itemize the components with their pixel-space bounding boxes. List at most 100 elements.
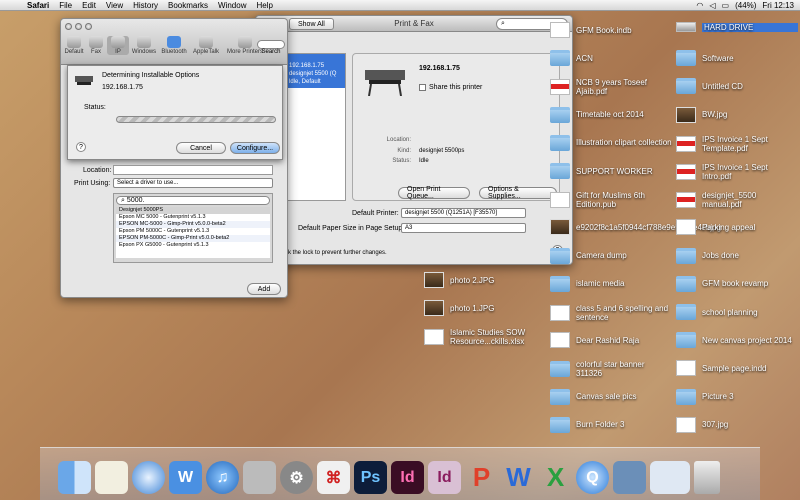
menu-history[interactable]: History <box>128 1 163 10</box>
quicktime-icon[interactable]: Q <box>576 461 609 494</box>
desktop-icon[interactable]: IPS Invoice 1 Sept Template.pdf <box>676 135 798 153</box>
driver-list-item[interactable]: Epson PX G5000 - Gutenprint v5.1.3 <box>116 242 270 249</box>
acrobat-icon[interactable]: ⌘ <box>317 461 350 494</box>
desktop-icon[interactable]: designjet_5500 manual.pdf <box>676 191 798 209</box>
clock[interactable]: Fri 12:13 <box>762 1 794 10</box>
utility-icon[interactable] <box>243 461 276 494</box>
apple-icon[interactable] <box>6 0 16 10</box>
itunes-icon[interactable]: ♫ <box>206 461 239 494</box>
cancel-button[interactable]: Cancel <box>176 142 226 154</box>
desktop-icon[interactable]: Picture 3 <box>676 388 798 405</box>
toolbar-ip[interactable]: IP <box>107 36 129 55</box>
driver-list-item[interactable]: Designjet 5000PS <box>116 207 270 214</box>
driver-list-item[interactable]: EPSON MC-5000 - Gimp-Print v5.0.0-beta2 <box>116 221 270 228</box>
driver-search-field[interactable]: ⌕ 5000. <box>116 196 270 205</box>
textedit-icon[interactable] <box>95 461 128 494</box>
word-icon[interactable]: W <box>502 461 535 494</box>
desktop-icon[interactable]: BW.jpg <box>676 106 798 123</box>
menu-file[interactable]: File <box>54 1 77 10</box>
desktop-icon[interactable]: 307.jpg <box>676 416 798 433</box>
toolbar-default[interactable]: Default <box>63 36 85 55</box>
desktop-icon[interactable]: Untitled CD <box>676 78 798 95</box>
menu-view[interactable]: View <box>101 1 128 10</box>
desktop-icon[interactable]: Jobs done <box>676 247 798 264</box>
wacom-icon[interactable]: W <box>169 461 202 494</box>
add-button[interactable]: Add <box>247 283 281 295</box>
toolbar-appletalk[interactable]: AppleTalk <box>189 36 223 55</box>
indesign-icon[interactable]: Id <box>391 461 424 494</box>
open-print-queue-button[interactable]: Open Print Queue... <box>398 186 470 200</box>
desktop-icon[interactable]: Islamic Studies SOW Resource...ckills.xl… <box>424 328 550 346</box>
menu-window[interactable]: Window <box>213 1 251 10</box>
finder-window-icon[interactable] <box>650 461 690 494</box>
close-icon[interactable] <box>65 23 72 30</box>
desktop-icon[interactable]: Sample page.indd <box>676 360 798 377</box>
zoom-icon[interactable] <box>85 23 92 30</box>
desktop-icon[interactable]: HARD DRIVE <box>676 22 798 32</box>
show-all-button[interactable]: Show All <box>289 18 334 30</box>
driver-list-item[interactable]: EPSON PM-5000C - Gimp-Print v5.0.0-beta2 <box>116 235 270 242</box>
paper-size-select[interactable]: A3 <box>401 223 526 233</box>
location-field[interactable] <box>113 165 273 175</box>
safari-icon[interactable] <box>132 461 165 494</box>
desktop-icon[interactable]: Canvas sale pics <box>550 388 672 405</box>
printer-list-item[interactable]: 192.168.1.75 designjet 5500 (Q ldle, Def… <box>285 54 345 88</box>
wifi-icon[interactable]: ◠ <box>696 1 703 10</box>
share-printer-checkbox[interactable]: Share this printer <box>419 84 482 91</box>
desktop-icon[interactable]: photo 1.JPG <box>424 300 550 316</box>
minimize-icon[interactable] <box>75 23 82 30</box>
toolbar-search[interactable]: Search <box>257 40 285 55</box>
driver-list[interactable]: Designjet 5000PS Epson MC 5000 - Gutenpr… <box>116 207 270 258</box>
desktop-icon[interactable]: photo 2.JPG <box>424 272 550 288</box>
desktop-icon[interactable]: class 5 and 6 spelling and sentence <box>550 304 672 322</box>
pdf-icon <box>676 164 696 180</box>
desktop-icon[interactable]: e9202f8c1a5f0944cf788e9e5160e4cbjpg <box>550 219 721 236</box>
desktop-icon[interactable]: New canvas project 2014 <box>676 332 798 349</box>
options-supplies-button[interactable]: Options & Supplies... <box>479 186 557 200</box>
desktop-icon[interactable]: ACN <box>550 50 672 67</box>
desktop-icon[interactable]: Software <box>676 50 798 67</box>
excel-icon[interactable]: X <box>539 461 572 494</box>
menu-help[interactable]: Help <box>251 1 277 10</box>
desktop-icon[interactable]: Camera dump <box>550 247 672 264</box>
finder-icon[interactable] <box>58 461 91 494</box>
configure-button[interactable]: Configure... <box>230 142 280 154</box>
desktop-icon[interactable]: Parking appeal <box>676 219 798 236</box>
volume-icon[interactable]: ◁ <box>709 1 715 10</box>
toolbar-fax[interactable]: Fax <box>85 36 107 55</box>
menu-edit[interactable]: Edit <box>77 1 101 10</box>
photoshop-icon[interactable]: Ps <box>354 461 387 494</box>
indesign-2-icon[interactable]: Id <box>428 461 461 494</box>
preview-icon[interactable] <box>613 461 646 494</box>
desktop-icon[interactable]: Dear Rashid Raja <box>550 332 672 349</box>
print-using-select[interactable]: Select a driver to use... <box>113 178 273 188</box>
battery-icon[interactable]: ▭ <box>722 1 730 10</box>
driver-list-item[interactable]: Epson MC 5000 - Gutenprint v5.1.3 <box>116 214 270 221</box>
system-preferences-icon[interactable]: ⚙ <box>280 461 313 494</box>
printer-list[interactable]: 192.168.1.75 designjet 5500 (Q ldle, Def… <box>284 53 346 201</box>
driver-list-item[interactable]: Epson PM 5000C - Gutenprint v5.1.3 <box>116 228 270 235</box>
desktop-icon[interactable]: IPS Invoice 1 Sept Intro.pdf <box>676 163 798 181</box>
desktop-icon[interactable]: islamic media <box>550 275 672 292</box>
menu-bookmarks[interactable]: Bookmarks <box>163 1 213 10</box>
toolbar-windows[interactable]: Windows <box>129 36 159 55</box>
desktop-icon[interactable]: Timetable oct 2014 <box>550 106 672 123</box>
desktop-icon[interactable]: Burn Folder 3 <box>550 416 672 433</box>
add-printer-search-field[interactable] <box>257 40 285 49</box>
menu-app[interactable]: Safari <box>22 1 54 10</box>
desktop-icon-label: GFM Book.indb <box>576 25 632 35</box>
sheet-printer-icon <box>75 76 93 85</box>
desktop-icon[interactable]: school planning <box>676 304 798 320</box>
desktop-icon[interactable]: GFM Book.indb <box>550 22 672 38</box>
default-printer-select[interactable]: designjet 5500 (Q1251A) [F35570] <box>401 208 526 218</box>
desktop-icon[interactable]: SUPPORT WORKER <box>550 163 672 179</box>
desktop-icon[interactable]: colorful star banner 311326 <box>550 360 672 378</box>
trash-icon[interactable] <box>694 461 720 494</box>
desktop-icon[interactable]: NCB 9 years Toseef Ajaib.pdf <box>550 78 672 96</box>
desktop-icon[interactable]: Gift for Muslims 6th Edition.pub <box>550 191 672 209</box>
sheet-help-button[interactable]: ? <box>76 142 86 152</box>
toolbar-bluetooth[interactable]: Bluetooth <box>159 36 189 55</box>
publisher-icon[interactable]: P <box>465 461 498 494</box>
desktop-icon[interactable]: GFM book revamp <box>676 275 798 292</box>
desktop-icon[interactable]: Illustration clipart collection <box>550 134 672 151</box>
